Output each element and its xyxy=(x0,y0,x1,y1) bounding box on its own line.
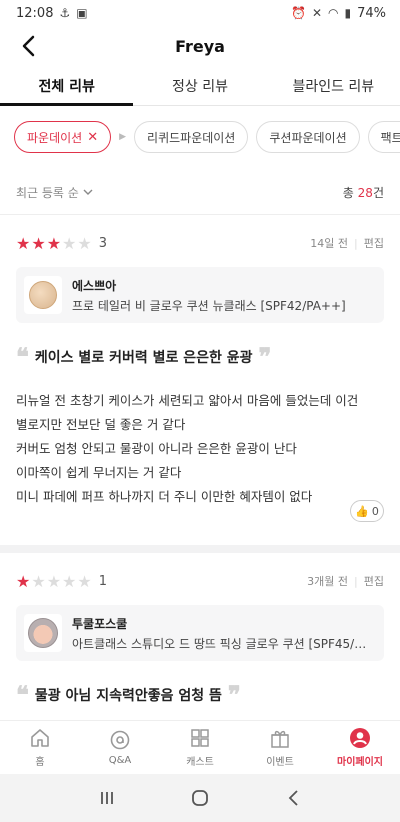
star-rating: ★ ★ ★ ★ ★ 3 xyxy=(16,234,107,253)
arrow-right-icon: ▶ xyxy=(119,132,127,142)
review-date: 14일 전 xyxy=(310,237,349,250)
star-icon: ★ xyxy=(46,233,62,253)
star-icon: ★ xyxy=(31,571,46,591)
recent-apps-icon xyxy=(100,792,113,804)
star-icon: ★ xyxy=(16,233,31,253)
battery-level: 74% xyxy=(357,5,386,21)
quote-close-icon: ❞ xyxy=(258,342,272,371)
total-count-number: 28 xyxy=(357,185,373,200)
review-date: 3개월 전 xyxy=(307,575,349,588)
nav-cast[interactable]: 캐스트 xyxy=(160,721,240,774)
system-navigation-bar xyxy=(0,774,400,822)
review-body: 리뉴얼 전 초창기 케이스가 세련되고 얇아서 마음에 들었는데 이건 별로지만… xyxy=(16,393,359,504)
chevron-down-icon xyxy=(83,189,93,195)
section-gap xyxy=(0,545,400,553)
wifi-icon: ◠ xyxy=(328,6,339,20)
thumbs-up-icon: 👍 xyxy=(355,504,369,518)
notification-icon: ⚓ xyxy=(59,6,71,20)
tab-normal-reviews[interactable]: 정상 리뷰 xyxy=(133,66,266,105)
review-card: ★ ★ ★ ★ ★ 3 14일 전 | 편집 에스쁘아 프로 테일러 비 글로우 쿠션 … xyxy=(16,233,384,522)
recent-apps-button[interactable] xyxy=(87,783,127,813)
product-brand: 투쿨포스쿨 xyxy=(72,616,128,631)
system-back-button[interactable] xyxy=(273,783,313,813)
product-brand: 에스쁘아 xyxy=(72,278,117,293)
chip-pact-foundation[interactable]: 팩트파운 xyxy=(367,121,400,153)
product-name: 아트클래스 스튜디오 드 땅뜨 픽싱 글로우 쿠션 [SPF45/PA+... xyxy=(72,636,372,651)
category-filter-chips: 파운데이션 ✕ ▶ 리퀴드파운데이션 쿠션파운데이션 팩트파운 xyxy=(14,120,400,154)
home-circle-icon xyxy=(192,790,208,806)
sort-row: 최근 등록 순 총 28건 xyxy=(16,180,384,204)
mute-icon: ✕ xyxy=(311,6,322,20)
app-header: Freya xyxy=(0,26,400,66)
status-time: 12:08 xyxy=(16,5,54,21)
nav-mypage[interactable]: 마이페이지 xyxy=(320,721,400,774)
bottom-navigation: 홈 Q&A 캐스트 이벤트 마이페이지 xyxy=(0,720,400,774)
like-count: 0 xyxy=(371,504,379,518)
divider xyxy=(0,214,400,215)
star-icon: ★ xyxy=(77,233,92,253)
tab-all-reviews[interactable]: 전체 리뷰 xyxy=(0,66,134,106)
sort-label: 최근 등록 순 xyxy=(16,185,79,200)
profile-icon xyxy=(350,728,370,748)
product-name: 프로 테일러 비 글로우 쿠션 뉴클래스 [SPF42/PA++] xyxy=(72,298,346,313)
chip-liquid-foundation[interactable]: 리퀴드파운데이션 xyxy=(134,121,249,153)
back-arrow-icon xyxy=(289,790,298,806)
review-tabs: 전체 리뷰 정상 리뷰 블라인드 리뷰 xyxy=(0,66,400,106)
tab-blind-reviews[interactable]: 블라인드 리뷰 xyxy=(267,66,400,105)
qa-icon xyxy=(110,730,130,750)
close-icon[interactable]: ✕ xyxy=(87,130,98,145)
chip-cushion-foundation[interactable]: 쿠션파운데이션 xyxy=(256,121,360,153)
quote-close-icon: ❞ xyxy=(227,680,241,709)
gift-icon xyxy=(271,730,289,748)
chip-label: 파운데이션 xyxy=(27,130,83,145)
gallery-icon: ▣ xyxy=(76,6,88,20)
chip-foundation-selected[interactable]: 파운데이션 ✕ xyxy=(14,121,112,153)
star-icon: ★ xyxy=(62,571,77,591)
edit-link[interactable]: 편집 xyxy=(364,235,384,251)
star-icon: ★ xyxy=(16,571,31,591)
star-icon: ★ xyxy=(77,571,92,591)
signal-icon: ▮ xyxy=(344,6,352,20)
like-button[interactable]: 👍 0 xyxy=(350,500,384,522)
review-card: ★ ★ ★ ★ ★ 1 3개월 전 | 편집 투쿨포스쿨 아트클래스 스튜디오 드 땅뜨… xyxy=(16,571,384,709)
quote-open-icon: ❝ xyxy=(16,680,29,709)
star-icon: ★ xyxy=(31,233,46,253)
review-headline: ❝ 케이스 별로 커버력 별로 은은한 윤광 ❞ xyxy=(16,342,272,371)
rating-number: 3 xyxy=(98,235,107,251)
star-icon: ★ xyxy=(46,571,62,591)
home-button[interactable] xyxy=(180,783,220,813)
sort-dropdown[interactable]: 최근 등록 순 xyxy=(16,184,93,201)
star-icon: ★ xyxy=(62,233,77,253)
back-button[interactable] xyxy=(14,32,42,60)
home-icon xyxy=(31,729,49,747)
grid-icon xyxy=(191,729,209,747)
page-title: Freya xyxy=(175,36,225,56)
product-card[interactable]: 투쿨포스쿨 아트클래스 스튜디오 드 땅뜨 픽싱 글로우 쿠션 [SPF45/P… xyxy=(16,605,384,661)
alarm-icon: ⏰ xyxy=(290,6,306,20)
quote-open-icon: ❝ xyxy=(16,342,29,371)
nav-home[interactable]: 홈 xyxy=(0,721,80,774)
product-thumbnail xyxy=(24,276,62,314)
nav-event[interactable]: 이벤트 xyxy=(240,721,320,774)
edit-link[interactable]: 편집 xyxy=(364,573,384,589)
total-count: 총 28건 xyxy=(342,185,384,200)
chevron-left-icon xyxy=(22,35,35,57)
star-rating: ★ ★ ★ ★ ★ 1 xyxy=(16,572,107,591)
review-headline: ❝ 물광 아님 지속력안좋음 엄청 뜸 ❞ xyxy=(16,680,241,709)
rating-number: 1 xyxy=(98,573,107,589)
nav-qa[interactable]: Q&A xyxy=(80,721,160,774)
product-thumbnail xyxy=(24,614,62,652)
product-card[interactable]: 에스쁘아 프로 테일러 비 글로우 쿠션 뉴클래스 [SPF42/PA++] xyxy=(16,267,384,323)
status-bar: 12:08 ⚓ ▣ ⏰ ✕ ◠ ▮ 74% xyxy=(0,0,400,26)
